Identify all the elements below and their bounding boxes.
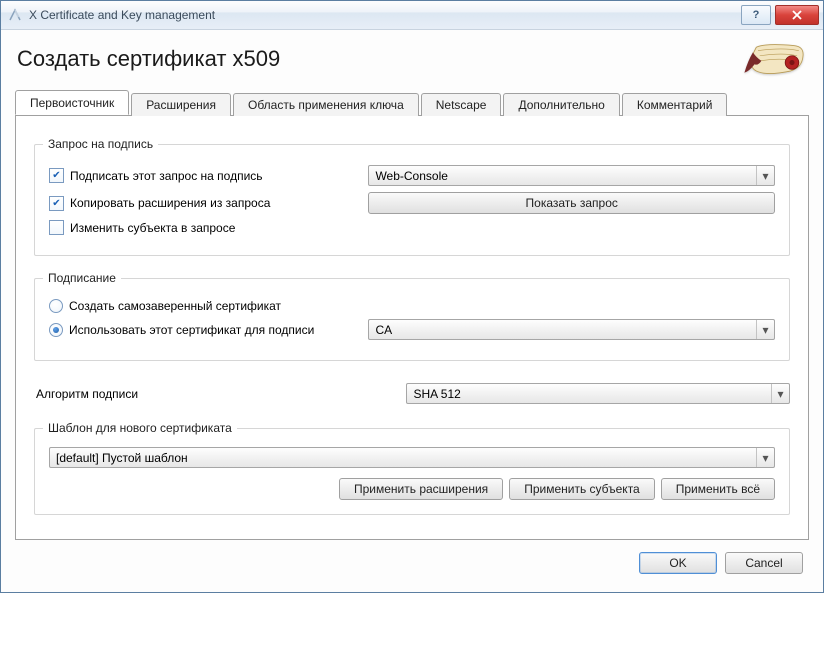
chevron-down-icon: ▾	[756, 448, 774, 467]
signing-cert-select[interactable]: CA ▾	[368, 319, 775, 340]
titlebar[interactable]: X Certificate and Key management ?	[1, 1, 823, 30]
tab-label: Область применения ключа	[248, 98, 404, 112]
window-frame: X Certificate and Key management ? Созда…	[0, 0, 824, 593]
ok-button[interactable]: OK	[639, 552, 717, 574]
template-select[interactable]: [default] Пустой шаблон ▾	[49, 447, 775, 468]
tab-label: Дополнительно	[518, 98, 604, 112]
sign-request-checkbox-label: Подписать этот запрос на подпись	[70, 169, 263, 183]
tab-label: Расширения	[146, 98, 216, 112]
chevron-down-icon: ▾	[756, 320, 774, 339]
scroll-seal-icon	[741, 40, 809, 80]
show-request-button[interactable]: Показать запрос	[368, 192, 775, 214]
modify-subject-checkbox[interactable]	[49, 220, 64, 235]
algorithm-value: SHA 512	[413, 387, 460, 401]
app-icon	[7, 7, 23, 23]
tab-label: Комментарий	[637, 98, 713, 112]
group-template: Шаблон для нового сертификата [default] …	[34, 428, 790, 515]
self-signed-label: Создать самозаверенный сертификат	[69, 299, 281, 313]
algorithm-label: Алгоритм подписи	[34, 387, 406, 401]
button-label: Показать запрос	[526, 196, 618, 210]
group-legend: Подписание	[43, 271, 121, 285]
tab-panel-source: Запрос на подпись ✔ Подписать этот запро…	[15, 116, 809, 540]
signing-cert-value: CA	[375, 323, 392, 337]
client-area: Создать сертификат x509 Первоисточник Ра…	[1, 30, 823, 592]
help-button[interactable]: ?	[741, 5, 771, 25]
button-label: Применить расширения	[354, 482, 488, 496]
tab-key-usage[interactable]: Область применения ключа	[233, 93, 419, 116]
algorithm-select[interactable]: SHA 512 ▾	[406, 383, 790, 404]
tab-comment[interactable]: Комментарий	[622, 93, 728, 116]
sign-request-checkbox[interactable]: ✔	[49, 168, 64, 183]
use-cert-radio[interactable]	[49, 323, 63, 337]
group-sign-request: Запрос на подпись ✔ Подписать этот запро…	[34, 144, 790, 256]
chevron-down-icon: ▾	[771, 384, 789, 403]
self-signed-radio[interactable]	[49, 299, 63, 313]
button-label: Применить субъекта	[524, 482, 640, 496]
tab-source[interactable]: Первоисточник	[15, 90, 129, 115]
tab-label: Первоисточник	[30, 96, 114, 110]
copy-extensions-label: Копировать расширения из запроса	[70, 196, 270, 210]
dialog-button-row: OK Cancel	[15, 540, 809, 578]
apply-all-button[interactable]: Применить всё	[661, 478, 775, 500]
group-legend: Запрос на подпись	[43, 137, 158, 151]
window-title: X Certificate and Key management	[29, 8, 741, 22]
use-cert-label: Использовать этот сертификат для подписи	[69, 323, 314, 337]
copy-extensions-checkbox[interactable]: ✔	[49, 196, 64, 211]
button-label: Применить всё	[676, 482, 760, 496]
modify-subject-label: Изменить субъекта в запросе	[70, 221, 235, 235]
cancel-button[interactable]: Cancel	[725, 552, 803, 574]
chevron-down-icon: ▾	[756, 166, 774, 185]
tab-netscape[interactable]: Netscape	[421, 93, 502, 116]
request-select-value: Web-Console	[375, 169, 447, 183]
button-label: OK	[669, 556, 686, 570]
tab-label: Netscape	[436, 98, 487, 112]
tab-strip: Первоисточник Расширения Область примене…	[15, 90, 809, 116]
apply-subject-button[interactable]: Применить субъекта	[509, 478, 655, 500]
apply-extensions-button[interactable]: Применить расширения	[339, 478, 503, 500]
template-value: [default] Пустой шаблон	[56, 451, 188, 465]
close-button[interactable]	[775, 5, 819, 25]
window-controls: ?	[741, 5, 819, 25]
group-legend: Шаблон для нового сертификата	[43, 421, 237, 435]
button-label: Cancel	[745, 556, 782, 570]
tab-extensions[interactable]: Расширения	[131, 93, 231, 116]
algorithm-row: Алгоритм подписи SHA 512 ▾	[34, 383, 790, 404]
request-select[interactable]: Web-Console ▾	[368, 165, 775, 186]
page-title: Создать сертификат x509	[17, 46, 280, 72]
group-signing: Подписание Создать самозаверенный сертиф…	[34, 278, 790, 361]
tab-advanced[interactable]: Дополнительно	[503, 93, 619, 116]
